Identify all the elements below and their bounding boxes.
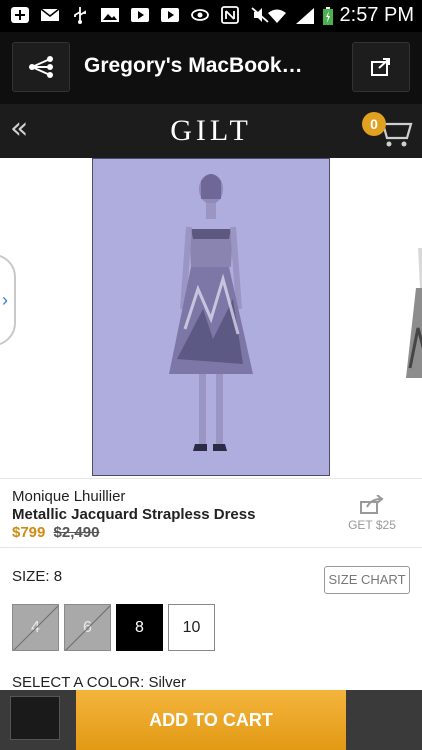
usb-icon: [74, 7, 86, 24]
cart-count-badge: 0: [362, 112, 386, 136]
product-main-image[interactable]: [92, 158, 330, 476]
cart-button[interactable]: 0: [362, 110, 413, 150]
size-option-4[interactable]: 4: [12, 604, 59, 651]
open-external-button[interactable]: [352, 42, 410, 92]
size-option-6[interactable]: 6: [64, 604, 111, 651]
youtube-icon: [131, 8, 149, 22]
nfc-icon: [221, 6, 239, 24]
status-time: 2:57 PM: [339, 4, 414, 26]
dress-model-illustration: [169, 174, 253, 451]
share-network-button[interactable]: [12, 42, 70, 92]
app-bar: Gregory's MacBook…: [0, 32, 422, 104]
color-label-row: SELECT A COLOR: Silver: [12, 674, 186, 691]
battery-charging-icon: [322, 6, 333, 25]
window-title: Gregory's MacBook…: [84, 54, 303, 77]
product-brand: Monique Lhuillier: [12, 488, 126, 505]
size-option-10[interactable]: 10: [168, 604, 215, 651]
share-arrow-icon: [360, 494, 384, 514]
size-options: 4 6 8 10: [12, 604, 215, 651]
share-earn-label: GET $25: [348, 518, 396, 532]
product-info: Monique Lhuillier Metallic Jacquard Stra…: [0, 478, 422, 548]
color-selected-value: Silver: [148, 674, 186, 691]
signal-icon: [295, 7, 314, 24]
gallery-prev-button[interactable]: ›: [0, 254, 16, 346]
share-network-icon: [29, 56, 53, 78]
product-prices: $799 $2,490: [12, 524, 99, 541]
add-icon: [11, 7, 29, 23]
chevron-right-icon: ›: [2, 289, 8, 310]
product-gallery[interactable]: ›: [0, 158, 422, 478]
eye-icon: [191, 9, 209, 21]
product-name: Metallic Jacquard Strapless Dress: [12, 506, 256, 523]
size-label-row: SIZE: 8: [12, 568, 62, 585]
size-chart-button[interactable]: SIZE CHART: [324, 566, 410, 594]
color-label: SELECT A COLOR:: [12, 674, 145, 691]
share-earn-button[interactable]: GET $25: [342, 494, 402, 532]
status-bar: 2:57 PM: [0, 0, 422, 32]
price-original: $2,490: [53, 524, 100, 541]
bottom-bar: ADD TO CART: [0, 690, 422, 750]
size-label: SIZE:: [12, 568, 50, 585]
play-icon: [161, 8, 179, 22]
add-to-cart-button[interactable]: ADD TO CART: [76, 690, 346, 750]
product-next-image[interactable]: [398, 228, 422, 418]
size-selected-value: 8: [53, 568, 63, 585]
color-swatch-thumbnail[interactable]: [10, 696, 60, 740]
gilt-header: « GILT 0: [0, 104, 422, 158]
size-option-8[interactable]: 8: [116, 604, 163, 651]
wifi-icon: [267, 9, 286, 23]
image-icon: [101, 8, 119, 22]
price-sale: $799: [12, 524, 46, 541]
mail-icon: [40, 8, 60, 21]
gilt-logo: GILT: [170, 114, 252, 147]
open-external-icon: [371, 58, 390, 76]
